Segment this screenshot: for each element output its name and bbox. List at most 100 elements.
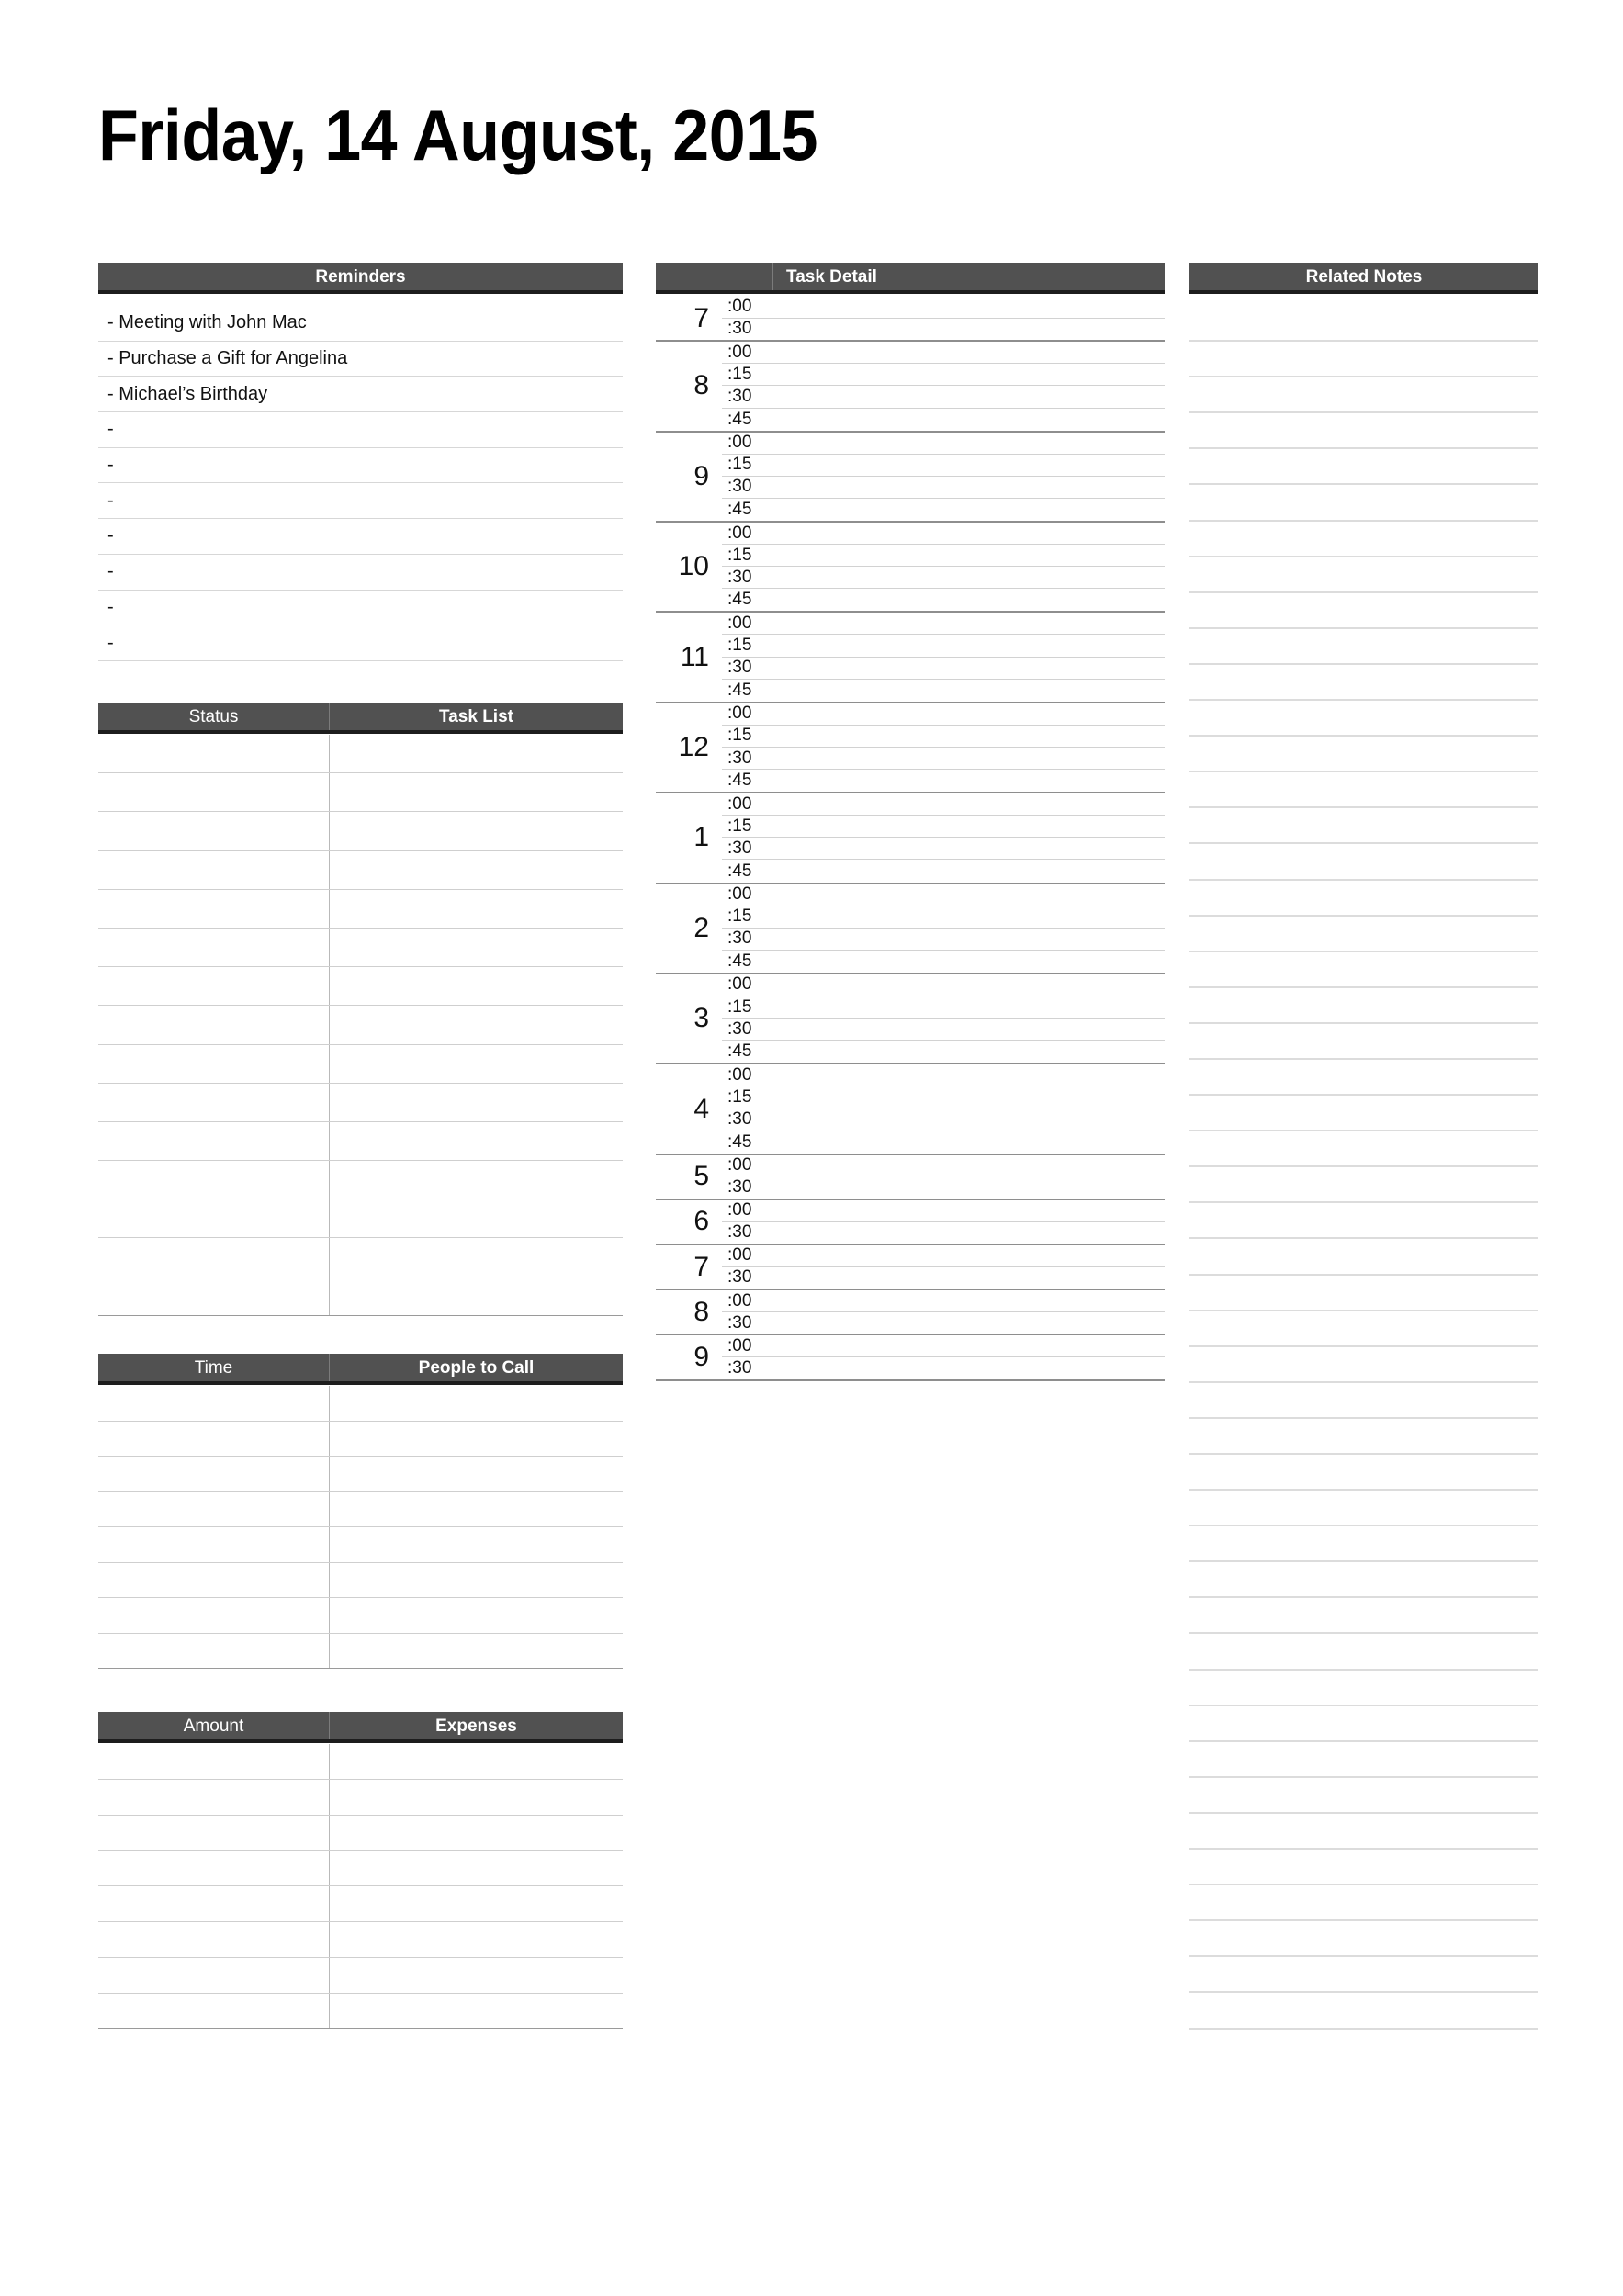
related-note-line[interactable] [1189, 557, 1538, 593]
task-list-task-cell[interactable] [330, 1199, 623, 1237]
task-list-status-cell[interactable] [98, 1121, 330, 1161]
task-list-row[interactable] [98, 1199, 623, 1239]
schedule-detail-cell[interactable] [772, 1064, 1165, 1086]
schedule-detail-cell[interactable] [772, 319, 1165, 341]
task-list-task-cell[interactable] [330, 967, 623, 1005]
schedule-slot-row[interactable]: :00 [722, 884, 1165, 906]
related-note-line[interactable] [1189, 1383, 1538, 1419]
task-list-status-cell[interactable] [98, 850, 330, 889]
expenses-name-cell[interactable] [330, 1886, 623, 1921]
task-list-status-cell[interactable] [98, 928, 330, 967]
schedule-slot-row[interactable]: :30 [722, 1019, 1165, 1041]
schedule-detail-cell[interactable] [772, 523, 1165, 544]
related-note-line[interactable] [1189, 1419, 1538, 1455]
schedule-detail-cell[interactable] [772, 589, 1165, 611]
expenses-name-cell[interactable] [330, 1744, 623, 1779]
related-note-line[interactable] [1189, 485, 1538, 522]
schedule-detail-cell[interactable] [772, 726, 1165, 747]
expenses-row[interactable] [98, 1851, 623, 1887]
related-note-line[interactable] [1189, 1131, 1538, 1168]
related-note-line[interactable] [1189, 1024, 1538, 1060]
schedule-detail-cell[interactable] [772, 1131, 1165, 1154]
related-note-line[interactable] [1189, 1311, 1538, 1347]
schedule-slot-row[interactable]: :45 [722, 770, 1165, 793]
reminder-row[interactable]: - Meeting with John Mac [98, 306, 623, 342]
schedule-detail-cell[interactable] [772, 297, 1165, 318]
task-list-row[interactable] [98, 1083, 623, 1122]
task-list-task-cell[interactable] [330, 1045, 623, 1083]
task-list-task-cell[interactable] [330, 929, 623, 966]
schedule-slot-row[interactable]: :30 [722, 838, 1165, 861]
related-note-line[interactable] [1189, 1276, 1538, 1311]
schedule-slot-row[interactable]: :15 [722, 1086, 1165, 1109]
expenses-amount-cell[interactable] [98, 1815, 330, 1851]
schedule-detail-cell[interactable] [772, 477, 1165, 498]
task-list-row[interactable] [98, 1121, 623, 1162]
schedule-slot-row[interactable]: :15 [722, 545, 1165, 568]
schedule-detail-cell[interactable] [772, 409, 1165, 431]
task-list-row[interactable] [98, 967, 623, 1007]
people-to-call-name-cell[interactable] [330, 1422, 623, 1457]
expenses-amount-cell[interactable] [98, 1886, 330, 1921]
task-list-task-cell[interactable] [330, 773, 623, 811]
schedule-slot-row[interactable]: :00 [722, 342, 1165, 365]
schedule-detail-cell[interactable] [772, 1041, 1165, 1063]
task-list-task-cell[interactable] [330, 735, 623, 772]
schedule-detail-cell[interactable] [772, 1222, 1165, 1244]
schedule-detail-cell[interactable] [772, 816, 1165, 837]
schedule-slot-row[interactable]: :00 [722, 974, 1165, 997]
schedule-slot-row[interactable]: :00 [722, 1290, 1165, 1312]
schedule-detail-cell[interactable] [772, 342, 1165, 363]
people-to-call-time-cell[interactable] [98, 1527, 330, 1562]
related-note-line[interactable] [1189, 449, 1538, 486]
related-note-line[interactable] [1189, 1850, 1538, 1886]
schedule-slot-row[interactable]: :30 [722, 1266, 1165, 1289]
task-list-task-cell[interactable] [330, 1161, 623, 1199]
related-note-line[interactable] [1189, 1885, 1538, 1922]
task-list-status-cell[interactable] [98, 889, 330, 928]
related-note-line[interactable] [1189, 772, 1538, 809]
expenses-amount-cell[interactable] [98, 1779, 330, 1815]
related-note-line[interactable] [1189, 629, 1538, 665]
schedule-slot-row[interactable]: :45 [722, 1041, 1165, 1064]
schedule-slot-row[interactable]: :30 [722, 1109, 1165, 1131]
reminder-row[interactable]: - Michael’s Birthday [98, 377, 623, 413]
task-list-status-cell[interactable] [98, 1044, 330, 1083]
people-to-call-time-cell[interactable] [98, 1633, 330, 1668]
related-note-line[interactable] [1189, 881, 1538, 917]
schedule-slot-row[interactable]: :30 [722, 657, 1165, 680]
related-note-line[interactable] [1189, 701, 1538, 737]
task-list-row[interactable] [98, 928, 623, 968]
schedule-slot-row[interactable]: :00 [722, 1199, 1165, 1222]
people-to-call-time-cell[interactable] [98, 1491, 330, 1526]
related-note-line[interactable] [1189, 1921, 1538, 1958]
schedule-detail-cell[interactable] [772, 860, 1165, 882]
task-list-task-cell[interactable] [330, 1006, 623, 1043]
related-note-line[interactable] [1189, 1778, 1538, 1814]
people-to-call-time-cell[interactable] [98, 1562, 330, 1597]
schedule-slot-row[interactable]: :30 [722, 476, 1165, 499]
reminder-row[interactable]: - [98, 483, 623, 520]
task-list-status-cell[interactable] [98, 773, 330, 812]
expenses-amount-cell[interactable] [98, 1851, 330, 1886]
expenses-row[interactable] [98, 1744, 623, 1780]
people-to-call-name-cell[interactable] [330, 1527, 623, 1562]
related-note-line[interactable] [1189, 306, 1538, 343]
schedule-slot-row[interactable]: :00 [722, 613, 1165, 636]
expenses-name-cell[interactable] [330, 1922, 623, 1957]
reminder-row[interactable]: - Purchase a Gift for Angelina [98, 342, 623, 377]
expenses-name-cell[interactable] [330, 1958, 623, 1993]
schedule-detail-cell[interactable] [772, 433, 1165, 454]
related-note-line[interactable] [1189, 844, 1538, 881]
task-list-row[interactable] [98, 735, 623, 774]
expenses-name-cell[interactable] [330, 1780, 623, 1815]
schedule-detail-cell[interactable] [772, 929, 1165, 950]
task-list-row[interactable] [98, 812, 623, 851]
schedule-slot-row[interactable]: :45 [722, 1131, 1165, 1154]
expenses-amount-cell[interactable] [98, 1921, 330, 1957]
schedule-slot-row[interactable]: :30 [722, 747, 1165, 771]
schedule-detail-cell[interactable] [772, 748, 1165, 769]
schedule-detail-cell[interactable] [772, 1200, 1165, 1221]
related-note-line[interactable] [1189, 1491, 1538, 1527]
task-list-row[interactable] [98, 1044, 623, 1084]
